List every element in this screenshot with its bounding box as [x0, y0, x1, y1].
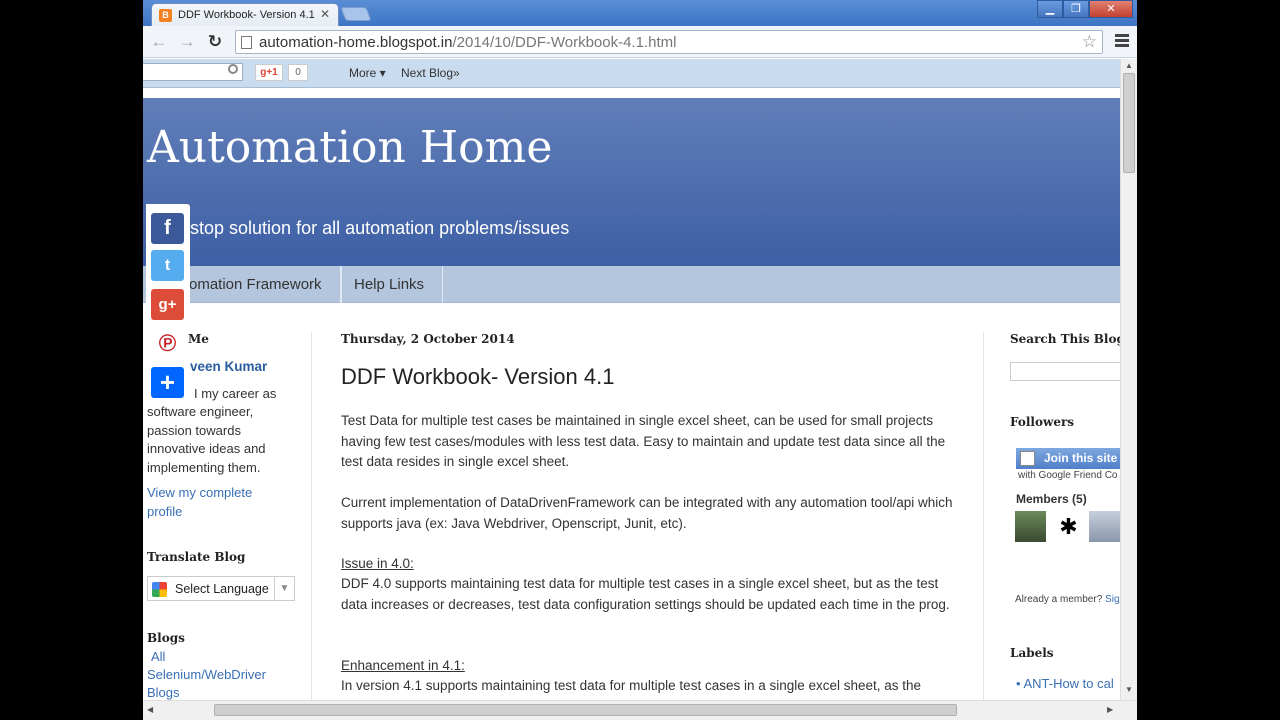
maximize-button[interactable]: ❐: [1063, 0, 1089, 18]
issue-heading: Issue in 4.0:: [341, 556, 414, 571]
members-count: Members (5): [1016, 492, 1087, 506]
member-avatar[interactable]: ✱: [1053, 511, 1084, 542]
more-menu-link[interactable]: More ▾: [349, 66, 386, 80]
issue-text: DDF 4.0 supports maintaining test data f…: [341, 576, 950, 612]
translate-heading: Translate Blog: [147, 550, 246, 564]
about-text: software engineer, passion towards innov…: [147, 404, 266, 475]
scroll-down-arrow-icon[interactable]: ▼: [1125, 685, 1133, 694]
pinterest-icon[interactable]: ℗: [151, 328, 184, 359]
vertical-scroll-thumb[interactable]: [1123, 73, 1135, 173]
join-site-subtext: with Google Friend Co: [1018, 470, 1118, 481]
bookmark-star-icon[interactable]: ☆: [1082, 32, 1097, 52]
scroll-right-arrow-icon[interactable]: ▶: [1107, 705, 1113, 714]
browser-tab[interactable]: B DDF Workbook- Version 4.1 ✕: [151, 3, 339, 26]
about-me-heading: Me: [188, 332, 209, 346]
vertical-scrollbar[interactable]: ▲ ▼: [1120, 59, 1137, 700]
member-avatar[interactable]: [1089, 511, 1120, 542]
google-plus-icon[interactable]: g+: [151, 289, 184, 320]
language-select-label: Select Language: [175, 582, 269, 596]
address-bar[interactable]: automation-home.blogspot.in/2014/10/DDF-…: [235, 30, 1103, 54]
view-profile-link[interactable]: View my complete profile: [147, 484, 277, 521]
share-sidebar: f t g+ ℗ +: [146, 204, 190, 404]
window-controls: ▁ ❐ ✕: [1037, 0, 1133, 18]
post-date: Thursday, 2 October 2014: [341, 332, 515, 346]
join-site-button[interactable]: Join this site: [1016, 448, 1126, 469]
label-link[interactable]: • ANT-How to cal: [1016, 676, 1114, 691]
tab-automation-framework[interactable]: omation Framework: [177, 266, 341, 303]
title-bar: B DDF Workbook- Version 4.1 ✕ ▁ ❐ ✕: [143, 0, 1137, 26]
browser-window: B DDF Workbook- Version 4.1 ✕ ▁ ❐ ✕ ← → …: [143, 0, 1137, 720]
google-plus-one-button[interactable]: g+1: [255, 64, 283, 81]
right-column-divider: [983, 332, 984, 700]
horizontal-scroll-thumb[interactable]: [214, 704, 957, 716]
sign-in-link[interactable]: Sig: [1105, 594, 1119, 605]
scroll-up-arrow-icon[interactable]: ▲: [1125, 61, 1133, 70]
minimize-button[interactable]: ▁: [1037, 0, 1063, 18]
blog-description: stop solution for all automation problem…: [190, 218, 570, 238]
scroll-left-arrow-icon[interactable]: ◀: [147, 705, 153, 714]
page-tabs: omation Framework Help Links: [143, 266, 1120, 303]
plus-one-count: 0: [288, 64, 308, 81]
labels-heading: Labels: [1010, 646, 1054, 660]
facebook-icon[interactable]: f: [151, 213, 184, 244]
blog-link-all[interactable]: All: [151, 648, 165, 667]
search-blog-heading: Search This Blog: [1010, 332, 1125, 346]
blogger-favicon-icon: B: [159, 9, 172, 22]
member-avatar[interactable]: [1015, 511, 1046, 542]
profile-name-link[interactable]: veen Kumar: [190, 358, 267, 377]
dropdown-arrow-icon: ▼: [274, 577, 294, 600]
horizontal-scrollbar[interactable]: ◀ ▶: [143, 700, 1137, 720]
reload-icon[interactable]: ↻: [205, 32, 225, 52]
already-member-text: Already a member? Sig: [1015, 594, 1120, 605]
url-text: automation-home.blogspot.in/2014/10/DDF-…: [259, 34, 677, 51]
close-window-button[interactable]: ✕: [1089, 0, 1133, 18]
next-blog-link[interactable]: Next Blog»: [401, 66, 460, 80]
language-select[interactable]: Select Language ▼: [147, 576, 295, 601]
post-paragraph-2: Current implementation of DataDrivenFram…: [341, 495, 953, 531]
followers-heading: Followers: [1010, 415, 1075, 429]
blog-header: Automation Home stop solution for all au…: [143, 98, 1120, 266]
chrome-menu-icon[interactable]: [1115, 34, 1129, 49]
google-icon: [1020, 451, 1035, 466]
about-text-line: I my career as: [194, 386, 277, 401]
enhancement-text: In version 4.1 supports maintaining test…: [341, 678, 922, 693]
back-arrow-icon[interactable]: ←: [149, 32, 169, 52]
browser-toolbar: ← → ↻ automation-home.blogspot.in/2014/1…: [143, 26, 1137, 58]
blog-search-input[interactable]: [1010, 362, 1122, 381]
google-logo-icon: [152, 582, 167, 597]
twitter-icon[interactable]: t: [151, 250, 184, 281]
tab-title: DDF Workbook- Version 4.1: [178, 9, 315, 21]
new-tab-button[interactable]: [340, 7, 372, 21]
blogger-navbar: g+1 0 More ▾ Next Blog»: [143, 59, 1120, 88]
tab-close-icon[interactable]: ✕: [320, 7, 330, 21]
blog-title[interactable]: Automation Home: [147, 122, 552, 173]
blogs-heading: Blogs: [147, 631, 185, 645]
followers-widget: Join this site with Google Friend Co Mem…: [1010, 441, 1126, 605]
post-title[interactable]: DDF Workbook- Version 4.1: [341, 364, 614, 390]
enhancement-heading: Enhancement in 4.1:: [341, 658, 465, 673]
tab-help-links[interactable]: Help Links: [341, 266, 443, 303]
share-plus-icon[interactable]: +: [151, 367, 184, 398]
left-column-divider: [311, 332, 312, 700]
search-icon[interactable]: [228, 64, 238, 74]
forward-arrow-icon[interactable]: →: [177, 32, 197, 52]
post-paragraph-1: Test Data for multiple test cases be mai…: [341, 413, 946, 469]
blog-link-selenium[interactable]: Selenium/WebDriver: [147, 666, 266, 685]
page-icon: [241, 36, 252, 49]
